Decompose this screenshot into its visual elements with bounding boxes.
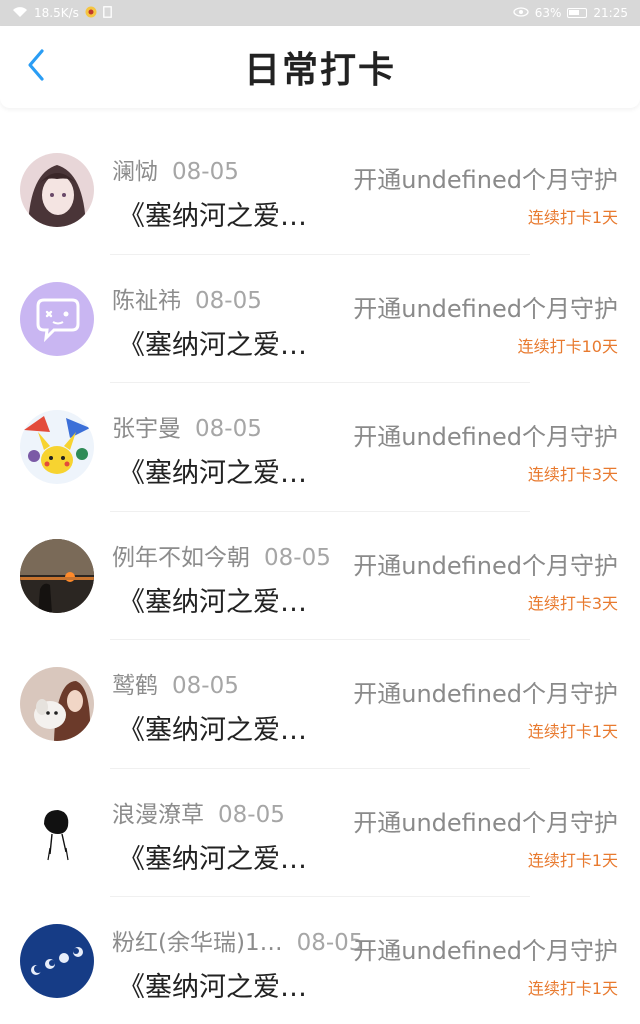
- avatar[interactable]: [20, 538, 94, 613]
- list-item[interactable]: 浪漫潦草 08-05 《塞纳河之爱… 开通undefined个月守护 连续打卡1天: [0, 769, 640, 897]
- guard-status: 开通undefined个月守护: [353, 808, 618, 837]
- user-name: 张宇曼: [112, 416, 181, 442]
- sim-icon: [103, 5, 112, 21]
- chevron-left-icon: [26, 48, 46, 86]
- moon-phases-avatar: [20, 924, 94, 998]
- post-date: 08-05: [195, 416, 262, 442]
- user-name: 浪漫潦草: [112, 801, 204, 828]
- streak-label: 连续打卡1天: [527, 850, 618, 870]
- eye-icon: [513, 6, 529, 20]
- user-name: 陈祉祎: [112, 287, 181, 314]
- avatar[interactable]: [20, 795, 94, 870]
- battery-percent: 63%: [534, 6, 562, 20]
- checkin-content: 《塞纳河之爱…: [118, 201, 307, 232]
- avatar[interactable]: [20, 667, 94, 741]
- chat-bubble-avatar: [20, 281, 94, 356]
- notification-icon: [85, 6, 97, 21]
- page-title: 日常打卡: [243, 50, 396, 91]
- girl-with-dog-avatar: [20, 667, 94, 741]
- status-left: 18.5K/s: [12, 5, 112, 21]
- checkin-content: 《塞纳河之爱…: [118, 715, 307, 746]
- list-item[interactable]: 例年不如今朝 08-05 《塞纳河之爱… 开通undefined个月守护 连续打卡…: [0, 512, 640, 640]
- streak-label: 连续打卡1天: [527, 208, 618, 227]
- post-date: 08-05: [264, 544, 331, 571]
- checkin-content: 《塞纳河之爱…: [118, 586, 307, 618]
- wifi-icon: [12, 6, 28, 21]
- post-date: 08-05: [195, 287, 262, 314]
- list-item[interactable]: 陈祉祎 08-05 《塞纳河之爱… 开通undefined个月守护 连续打卡10天: [0, 255, 640, 383]
- list-item[interactable]: 澜恸 08-05 《塞纳河之爱… 开通undefined个月守护 连续打卡1天: [0, 126, 640, 255]
- guard-status: 开通undefined个月守护: [353, 937, 618, 965]
- user-name: 澜恸: [112, 159, 158, 185]
- status-bar: 18.5K/s 63% 21:25: [0, 0, 640, 26]
- guard-status: 开通undefined个月守护: [353, 166, 618, 194]
- list-item[interactable]: 粉红(余华瑞)1… 08-05 《塞纳河之爱… 开通undefined个月守护 连…: [0, 897, 640, 1024]
- checkin-content: 《塞纳河之爱…: [118, 329, 307, 361]
- guard-status: 开通undefined个月守护: [353, 680, 618, 708]
- streak-label: 连续打卡3天: [527, 593, 618, 613]
- sketch-person-avatar: [20, 795, 94, 870]
- checkin-content: 《塞纳河之爱…: [118, 843, 307, 875]
- post-date: 08-05: [218, 801, 285, 828]
- status-time: 21:25: [593, 6, 628, 20]
- avatar[interactable]: [20, 281, 94, 356]
- user-name: 粉红(余华瑞)1…: [112, 930, 283, 956]
- battery-icon: [567, 8, 588, 18]
- list-item[interactable]: 鹫鹤 08-05 《塞纳河之爱… 开通undefined个月守护 连续打卡1天: [0, 640, 640, 769]
- avatar[interactable]: [20, 924, 94, 998]
- back-button[interactable]: [18, 47, 54, 87]
- post-date: 08-05: [172, 159, 239, 185]
- list-item[interactable]: 张宇曼 08-05 《塞纳河之爱… 开通undefined个月守护 连续打卡3天: [0, 383, 640, 512]
- avatar[interactable]: [20, 153, 94, 227]
- checkin-content: 《塞纳河之爱…: [118, 972, 307, 1003]
- checkin-list: 澜恸 08-05 《塞纳河之爱… 开通undefined个月守护 连续打卡1天 陈…: [0, 126, 640, 1024]
- anime-girl-avatar: [20, 153, 94, 227]
- post-date: 08-05: [172, 673, 239, 699]
- network-speed: 18.5K/s: [34, 6, 79, 20]
- user-name: 例年不如今朝: [112, 544, 250, 571]
- checkin-content: 《塞纳河之爱…: [118, 458, 307, 489]
- guard-status: 开通undefined个月守护: [353, 294, 618, 323]
- user-name: 鹫鹤: [112, 673, 158, 699]
- sunset-avatar: [20, 538, 94, 613]
- streak-label: 连续打卡10天: [517, 336, 618, 356]
- streak-label: 连续打卡1天: [527, 722, 618, 741]
- streak-label: 连续打卡3天: [527, 465, 618, 484]
- pokemon-avatar: [20, 410, 94, 484]
- status-right: 63% 21:25: [513, 6, 628, 20]
- guard-status: 开通undefined个月守护: [353, 423, 618, 451]
- header: 日常打卡: [0, 26, 640, 108]
- streak-label: 连续打卡1天: [527, 979, 618, 998]
- guard-status: 开通undefined个月守护: [353, 551, 618, 580]
- avatar[interactable]: [20, 410, 94, 484]
